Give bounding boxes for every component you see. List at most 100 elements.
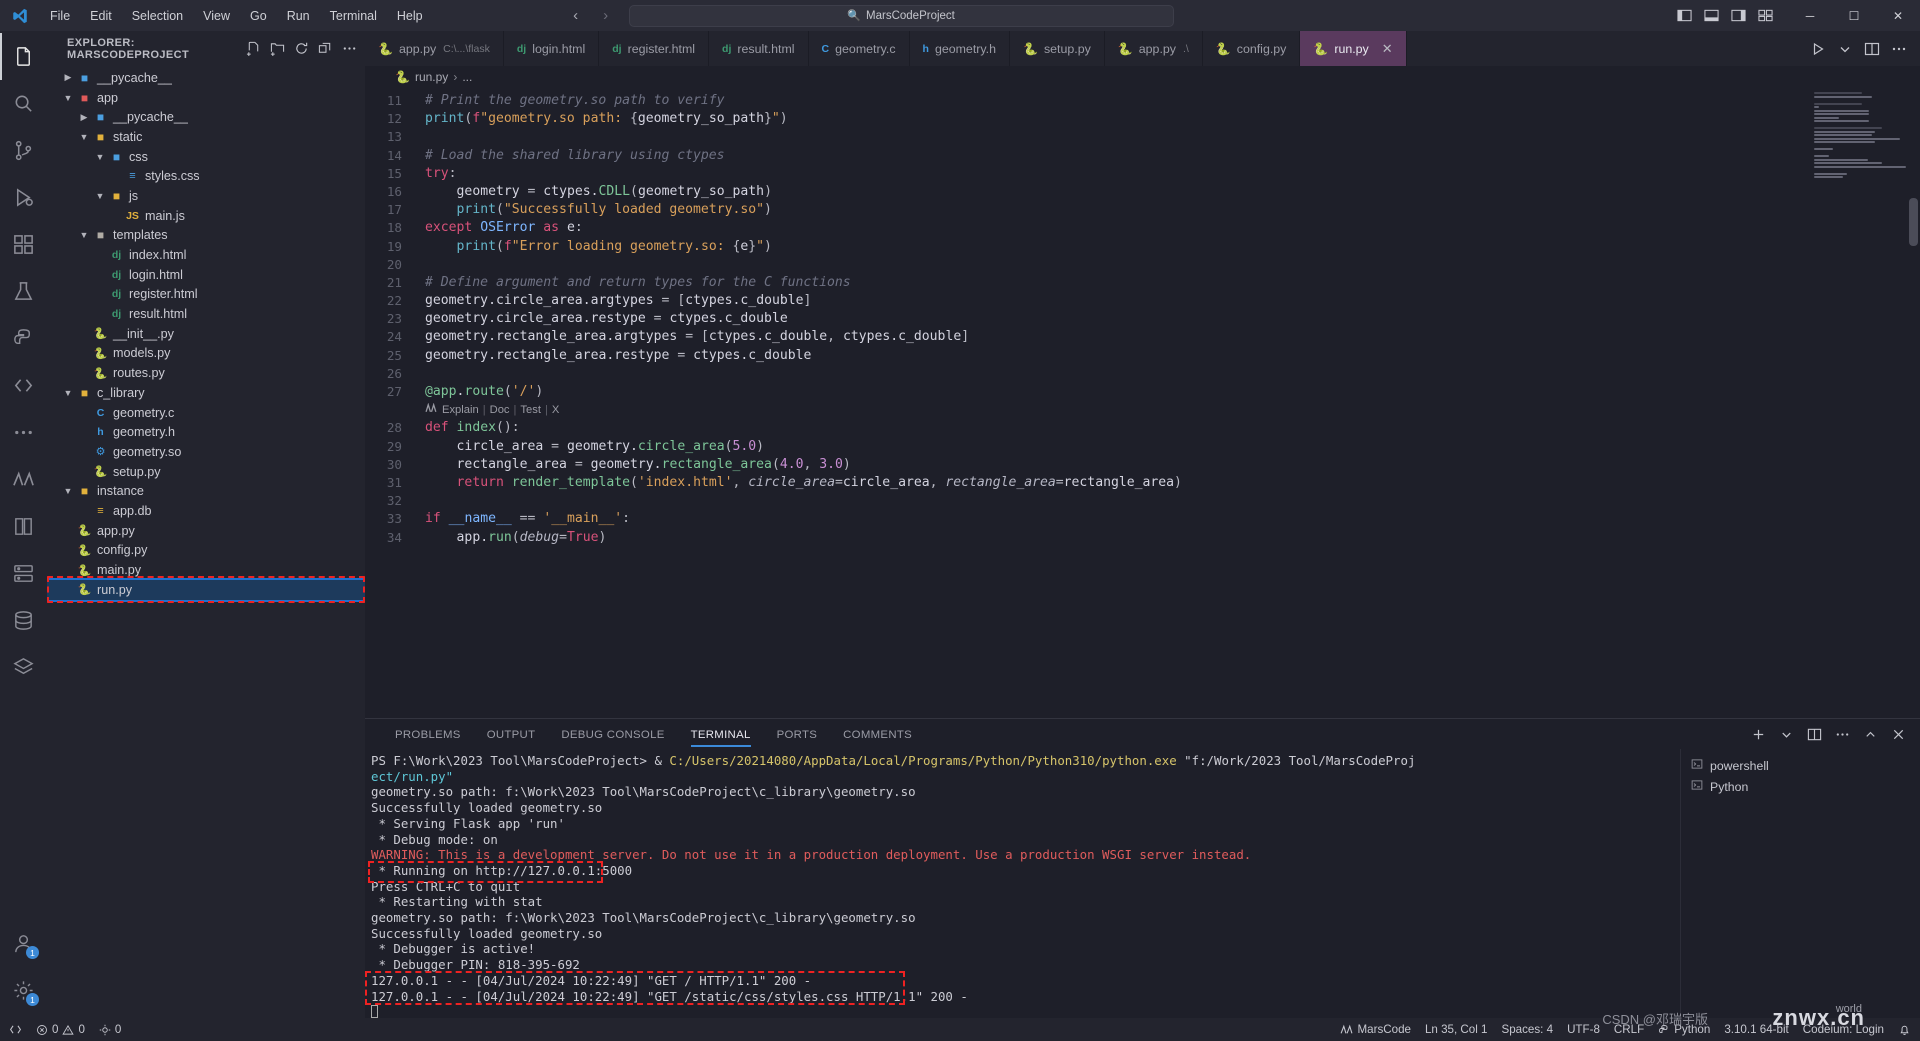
editor-tab-register-html[interactable]: djregister.html	[599, 31, 709, 66]
activity-account-icon[interactable]: 1	[0, 920, 47, 967]
new-terminal-icon[interactable]	[1751, 727, 1766, 742]
codelens-test[interactable]: Test	[520, 401, 541, 419]
terminal-instance-powershell[interactable]: powershell	[1681, 755, 1920, 776]
editor-tab-run-py[interactable]: 🐍run.py✕	[1300, 31, 1406, 66]
chevron-down-icon[interactable]	[1837, 41, 1853, 57]
activity-testing-icon[interactable]	[0, 268, 47, 315]
editor-tab-login-html[interactable]: djlogin.html	[504, 31, 599, 66]
tree-item---pycache--[interactable]: ▶■__pycache__	[47, 68, 365, 88]
tree-item---pycache--[interactable]: ▶■__pycache__	[47, 107, 365, 127]
toggle-secondary-sidebar-icon[interactable]	[1730, 8, 1747, 23]
chevron-down-icon[interactable]: ▼	[93, 191, 107, 201]
code-line[interactable]: @app.route('/')	[425, 383, 1920, 401]
new-folder-icon[interactable]	[270, 41, 285, 56]
tree-item-styles-css[interactable]: ▶≡styles.css	[47, 166, 365, 186]
breadcrumb-file[interactable]: run.py	[415, 70, 448, 84]
menu-terminal[interactable]: Terminal	[320, 6, 387, 26]
tree-item-geometry-so[interactable]: ▶⚙geometry.so	[47, 442, 365, 462]
panel-tab-bar[interactable]: PROBLEMSOUTPUTDEBUG CONSOLETERMINALPORTS…	[365, 719, 1920, 749]
close-panel-icon[interactable]	[1891, 727, 1906, 742]
new-file-icon[interactable]	[246, 41, 261, 56]
code-line[interactable]: if __name__ == '__main__':	[425, 510, 1920, 528]
tree-item-routes-py[interactable]: ▶🐍routes.py	[47, 363, 365, 383]
panel-tab-problems[interactable]: PROBLEMS	[395, 729, 461, 744]
activity-database-icon[interactable]	[0, 597, 47, 644]
code-content[interactable]: # Print the geometry.so path to verifypr…	[413, 88, 1920, 718]
breadcrumb-rest[interactable]: ...	[462, 70, 472, 84]
editor-tab-setup-py[interactable]: 🐍setup.py	[1010, 31, 1105, 66]
tree-item-config-py[interactable]: ▶🐍config.py	[47, 541, 365, 561]
tree-item-models-py[interactable]: ▶🐍models.py	[47, 344, 365, 364]
code-line[interactable]: print(f"Error loading geometry.so: {e}")	[425, 238, 1920, 256]
tab-close-icon[interactable]: ✕	[1382, 41, 1393, 57]
menu-run[interactable]: Run	[277, 6, 320, 26]
tree-item-instance[interactable]: ▼■instance	[47, 481, 365, 501]
activity-code-brackets-icon[interactable]	[0, 362, 47, 409]
tree-item---init---py[interactable]: ▶🐍__init__.py	[47, 324, 365, 344]
chevron-down-icon[interactable]: ▼	[77, 230, 91, 240]
menu-go[interactable]: Go	[240, 6, 277, 26]
toggle-panel-icon[interactable]	[1703, 8, 1720, 23]
tree-item-result-html[interactable]: ▶djresult.html	[47, 304, 365, 324]
code-line[interactable]: return render_template('index.html', cir…	[425, 474, 1920, 492]
tree-item-app[interactable]: ▼■app	[47, 88, 365, 108]
codelens-doc[interactable]: Doc	[490, 401, 510, 419]
tree-item-app-db[interactable]: ▶≡app.db	[47, 501, 365, 521]
code-line[interactable]: def index():	[425, 419, 1920, 437]
panel-tab-ports[interactable]: PORTS	[777, 729, 818, 744]
tree-item-login-html[interactable]: ▶djlogin.html	[47, 265, 365, 285]
menu-edit[interactable]: Edit	[80, 6, 122, 26]
breadcrumb[interactable]: 🐍 run.py › ...	[365, 66, 1920, 88]
chevron-right-icon[interactable]: ▶	[77, 112, 91, 123]
code-line[interactable]: print("Successfully loaded geometry.so")	[425, 201, 1920, 219]
problems-status[interactable]: 0 0	[29, 1018, 92, 1041]
tree-item-main-js[interactable]: ▶JSmain.js	[47, 206, 365, 226]
more-actions-icon[interactable]	[342, 41, 357, 56]
code-line[interactable]	[425, 492, 1920, 510]
more-actions-icon[interactable]	[1891, 41, 1907, 57]
minimap[interactable]	[1814, 92, 1906, 188]
status-notifications[interactable]	[1891, 1018, 1918, 1041]
activity-layers-icon[interactable]	[0, 644, 47, 691]
tree-item-js[interactable]: ▼■js	[47, 186, 365, 206]
status-cursor-position[interactable]: Ln 35, Col 1	[1418, 1018, 1495, 1041]
chevron-left-icon[interactable]: ‹	[563, 5, 589, 27]
activity-book-icon[interactable]	[0, 503, 47, 550]
minimize-button[interactable]: ─	[1788, 0, 1832, 31]
editor-tab-geometry-h[interactable]: hgeometry.h	[910, 31, 1011, 66]
collapse-all-icon[interactable]	[318, 41, 333, 56]
panel-tab-output[interactable]: OUTPUT	[487, 729, 536, 744]
code-line[interactable]: print(f"geometry.so path: {geometry_so_p…	[425, 110, 1920, 128]
activity-search-icon[interactable]	[0, 80, 47, 127]
status-marscode[interactable]: MarsCode	[1333, 1018, 1417, 1041]
codelens-x[interactable]: X	[552, 401, 559, 419]
toggle-primary-sidebar-icon[interactable]	[1676, 8, 1693, 23]
code-line[interactable]: circle_area = geometry.circle_area(5.0)	[425, 438, 1920, 456]
code-line[interactable]: geometry.circle_area.restype = ctypes.c_…	[425, 310, 1920, 328]
terminal-instance-list[interactable]: powershellPython	[1680, 749, 1920, 1018]
editor-tab-geometry-c[interactable]: Cgeometry.c	[809, 31, 910, 66]
maximize-panel-icon[interactable]	[1863, 727, 1878, 742]
tree-item-app-py[interactable]: ▶🐍app.py	[47, 521, 365, 541]
status-encoding[interactable]: UTF-8	[1560, 1018, 1607, 1041]
split-terminal-icon[interactable]	[1807, 727, 1822, 742]
chevron-right-icon[interactable]: ›	[593, 5, 619, 27]
activity-explorer-icon[interactable]	[0, 33, 47, 80]
maximize-button[interactable]: ☐	[1832, 0, 1876, 31]
tree-item-register-html[interactable]: ▶djregister.html	[47, 285, 365, 305]
tree-item-index-html[interactable]: ▶djindex.html	[47, 245, 365, 265]
code-line[interactable]	[425, 365, 1920, 383]
editor-tab-result-html[interactable]: djresult.html	[709, 31, 809, 66]
activity-settings-gear-icon[interactable]: 1	[0, 967, 47, 1014]
editor-tab-app-py[interactable]: 🐍app.pyC:\...\flask	[365, 31, 504, 66]
code-line[interactable]	[425, 128, 1920, 146]
tree-item-main-py[interactable]: ▶🐍main.py	[47, 560, 365, 580]
close-button[interactable]: ✕	[1876, 0, 1920, 31]
tree-item-geometry-c[interactable]: ▶Cgeometry.c	[47, 403, 365, 423]
activity-run-debug-icon[interactable]	[0, 174, 47, 221]
code-line[interactable]: geometry.rectangle_area.argtypes = [ctyp…	[425, 328, 1920, 346]
tree-item-geometry-h[interactable]: ▶hgeometry.h	[47, 422, 365, 442]
code-line[interactable]: app.run(debug=True)	[425, 529, 1920, 547]
code-line[interactable]: geometry.rectangle_area.restype = ctypes…	[425, 347, 1920, 365]
code-line[interactable]: # Define argument and return types for t…	[425, 274, 1920, 292]
